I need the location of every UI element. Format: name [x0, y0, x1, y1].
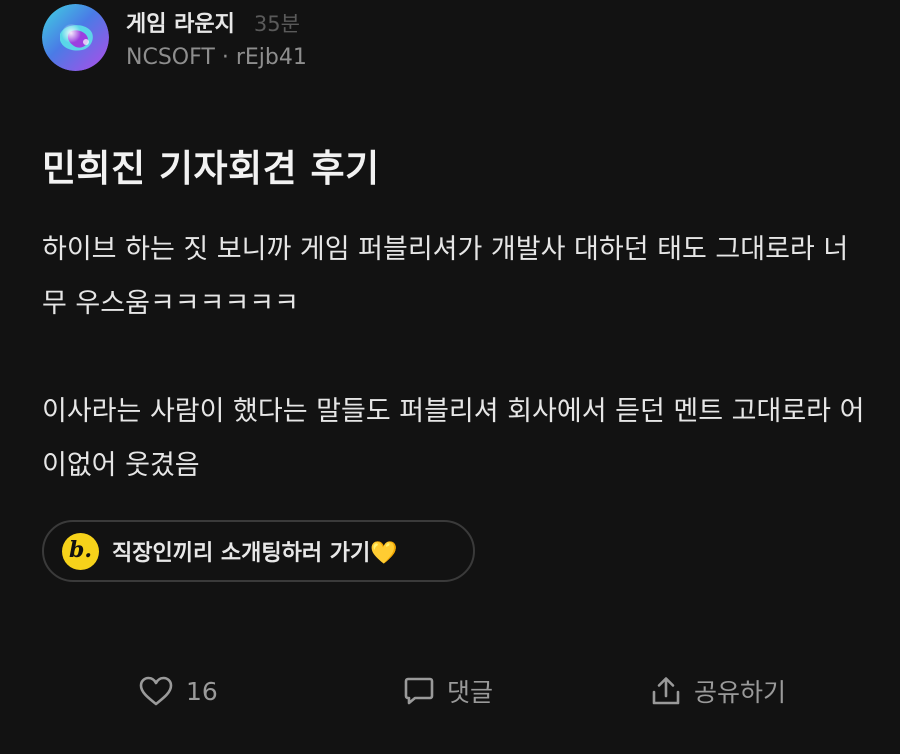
lounge-name[interactable]: 게임 라운지	[126, 6, 235, 38]
post-meta: 게임 라운지 35분 NCSOFT · rEjb41	[126, 6, 307, 70]
blind-logo-icon: b.	[62, 532, 99, 570]
heart-outline-icon	[138, 675, 174, 707]
like-button[interactable]: 16	[138, 666, 218, 716]
post-page: 게임 라운지 35분 NCSOFT · rEjb41 민희진 기자회견 후기 하…	[0, 0, 900, 754]
share-button[interactable]: 공유하기	[650, 666, 786, 716]
like-count: 16	[186, 676, 218, 706]
comment-label: 댓글	[447, 678, 494, 707]
author-id[interactable]: rEjb41	[236, 45, 307, 70]
chat-bubble-icon	[403, 676, 435, 706]
share-label: 공유하기	[694, 678, 787, 707]
post-body: 하이브 하는 짓 보니까 게임 퍼블리셔가 개발사 대하던 태도 그대로라 너무…	[42, 223, 872, 493]
share-icon	[650, 675, 682, 707]
promo-text: 직장인끼리 소개팅하러 가기💛	[112, 541, 398, 566]
meta-separator: ·	[221, 44, 229, 70]
promo-logo-letter: b.	[68, 537, 93, 563]
lounge-avatar-icon[interactable]	[42, 4, 109, 71]
comment-button[interactable]: 댓글	[403, 666, 493, 716]
post-paragraph: 이사라는 사람이 했다는 말들도 퍼블리셔 회사에서 듣던 멘트 고대로라 어이…	[42, 396, 865, 481]
author-company: NCSOFT	[126, 44, 215, 70]
promo-banner-button[interactable]: b. 직장인끼리 소개팅하러 가기💛	[42, 520, 475, 582]
post-paragraph: 하이브 하는 짓 보니까 게임 퍼블리셔가 개발사 대하던 태도 그대로라 너무…	[42, 234, 849, 319]
post-action-bar: 16 댓글 공유하기	[0, 666, 900, 716]
post-header: 게임 라운지 35분 NCSOFT · rEjb41	[42, 4, 307, 71]
post-time: 35분	[253, 11, 300, 36]
post-title: 민희진 기자회견 후기	[42, 147, 380, 190]
